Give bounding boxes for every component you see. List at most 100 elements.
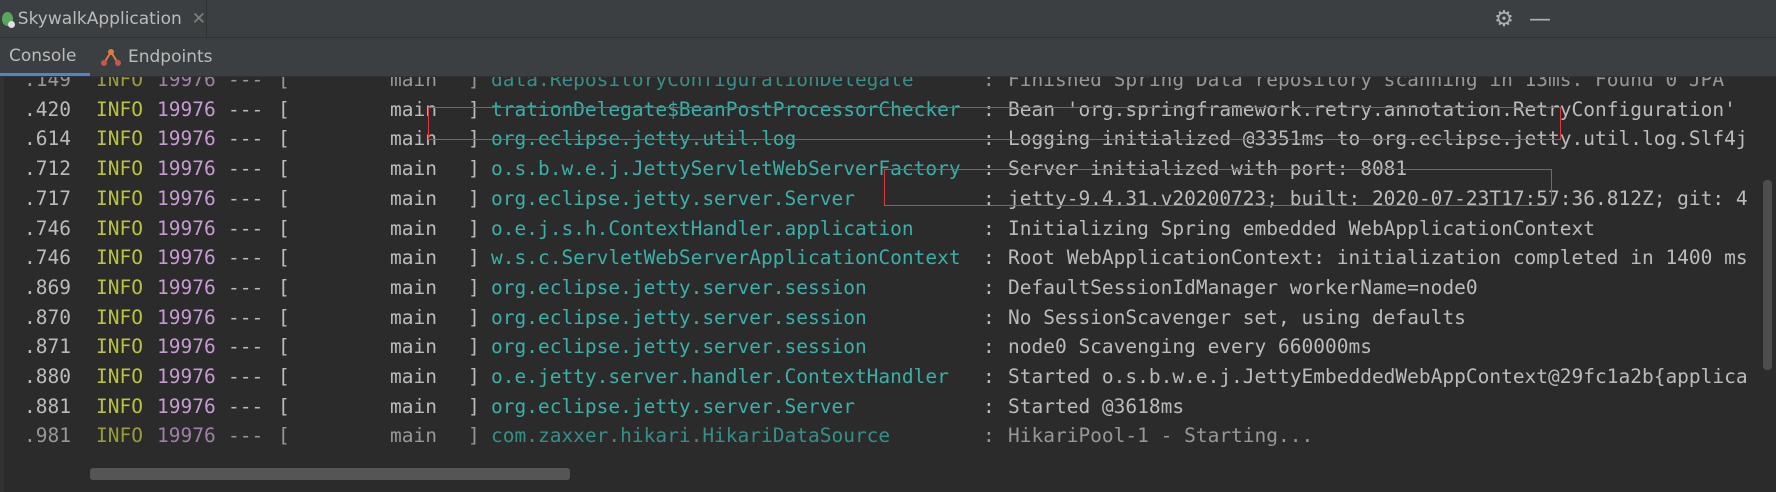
log-message: jetty-9.4.31.v20200723; built: 2020-07-2… <box>1008 186 1748 210</box>
log-timestamp: .880 <box>24 365 71 388</box>
log-message: Server initialized with port: 8081 <box>1008 157 1408 181</box>
log-colon: : <box>983 275 995 299</box>
log-colon: : <box>983 216 995 240</box>
log-line: .717 INFO 19976 --- [main] org.eclipse.jetty.… <box>0 182 1760 216</box>
close-icon[interactable]: ✕ <box>192 9 206 29</box>
run-tab[interactable]: SkywalkApplication ✕ <box>0 0 207 38</box>
log-logger: o.e.j.s.h.ContextHandler.application <box>491 216 914 240</box>
log-thread-open: [ <box>278 275 290 299</box>
log-pid: 19976 <box>157 127 216 151</box>
log-message: Root WebApplicationContext: initializati… <box>1008 246 1748 270</box>
log-separator: --- <box>228 365 264 388</box>
tab-endpoints-label: Endpoints <box>128 47 213 67</box>
log-timestamp: .871 <box>24 335 71 359</box>
log-thread: main <box>390 157 437 181</box>
vertical-scroll-thumb[interactable] <box>1763 180 1772 370</box>
log-thread-close: ] <box>468 246 480 270</box>
log-pid: 19976 <box>157 335 216 359</box>
log-timestamp: .717 <box>24 186 71 210</box>
log-thread-open: [ <box>278 335 290 359</box>
log-logger: org.eclipse.jetty.server.Server <box>491 186 855 210</box>
log-logger: org.eclipse.jetty.server.session <box>491 305 867 329</box>
horizontal-scroll-thumb[interactable] <box>90 468 570 480</box>
log-thread-close: ] <box>468 216 480 240</box>
log-thread-open: [ <box>278 424 290 448</box>
log-message: DefaultSessionIdManager workerName=node0 <box>1008 275 1478 299</box>
log-colon: : <box>983 157 995 181</box>
log-line: .870 INFO 19976 --- [main] org.eclipse.jetty.… <box>0 301 1760 335</box>
log-thread-open: [ <box>278 365 290 388</box>
log-pid: 19976 <box>157 246 216 270</box>
log-separator: --- <box>228 305 264 329</box>
log-message: Started o.s.b.w.e.j.JettyEmbeddedWebAppC… <box>1008 365 1748 388</box>
log-colon: : <box>983 97 995 121</box>
log-level: INFO <box>96 275 143 299</box>
tab-console[interactable]: Console <box>0 38 90 76</box>
log-level: INFO <box>96 97 143 121</box>
log-level: INFO <box>96 394 143 418</box>
log-thread: main <box>390 365 437 388</box>
log-message: Logging initialized @3351ms to org.eclip… <box>1008 127 1748 151</box>
log-separator: --- <box>228 335 264 359</box>
log-colon: : <box>983 394 995 418</box>
log-colon: : <box>983 335 995 359</box>
gear-icon[interactable]: ⚙ <box>1489 4 1519 34</box>
log-level: INFO <box>96 157 143 181</box>
log-thread-open: [ <box>278 216 290 240</box>
log-logger: org.eclipse.jetty.server.session <box>491 275 867 299</box>
log-separator: --- <box>228 97 264 121</box>
log-thread-close: ] <box>468 394 480 418</box>
log-message: Bean 'org.springframework.retry.annotati… <box>1008 97 1736 121</box>
log-message: No SessionScavenger set, using defaults <box>1008 305 1466 329</box>
log-line: .746 INFO 19976 --- [main] w.s.c.ServletWebSe… <box>0 241 1760 275</box>
tab-endpoints[interactable]: Endpoints <box>100 38 230 76</box>
log-colon: : <box>983 127 995 151</box>
log-timestamp: .870 <box>24 305 71 329</box>
log-level: INFO <box>96 305 143 329</box>
log-pid: 19976 <box>157 216 216 240</box>
log-level: INFO <box>96 365 143 388</box>
log-thread-close: ] <box>468 424 480 448</box>
log-pid: 19976 <box>157 186 216 210</box>
log-thread: main <box>390 305 437 329</box>
log-separator: --- <box>228 275 264 299</box>
tool-window-header: SkywalkApplication ✕ ⚙ — <box>0 0 1776 38</box>
log-line: .880 INFO 19976 --- [main] o.e.jetty.server.h… <box>0 360 1760 394</box>
log-thread: main <box>390 186 437 210</box>
log-pid: 19976 <box>157 97 216 121</box>
log-message: node0 Scavenging every 660000ms <box>1008 335 1372 359</box>
log-message: Initializing Spring embedded WebApplicat… <box>1008 216 1595 240</box>
log-line: .614 INFO 19976 --- [main] org.eclipse.jetty.… <box>0 122 1760 156</box>
log-thread: main <box>390 335 437 359</box>
log-separator: --- <box>228 157 264 181</box>
log-logger: w.s.c.ServletWebServerApplicationContext <box>491 246 961 270</box>
minimize-icon[interactable]: — <box>1525 4 1555 34</box>
log-pid: 19976 <box>157 275 216 299</box>
log-logger: org.eclipse.jetty.util.log <box>491 127 797 151</box>
log-thread-close: ] <box>468 305 480 329</box>
log-timestamp: .420 <box>24 97 71 121</box>
log-thread: main <box>390 394 437 418</box>
log-pid: 19976 <box>157 365 216 388</box>
log-thread: main <box>390 424 437 448</box>
log-timestamp: .712 <box>24 157 71 181</box>
log-line: .712 INFO 19976 --- [main] o.s.b.w.e.j.JettyS… <box>0 152 1760 186</box>
log-line: .981 INFO 19976 --- [main] com.zaxxer.hikari.… <box>0 419 1760 453</box>
log-logger: org.eclipse.jetty.server.session <box>491 335 867 359</box>
log-thread-open: [ <box>278 97 290 121</box>
log-pid: 19976 <box>157 424 216 448</box>
tab-console-label: Console <box>9 45 77 66</box>
log-timestamp: .981 <box>24 424 71 448</box>
log-pid: 19976 <box>157 394 216 418</box>
log-line: .420 INFO 19976 --- [main] trationDelegate$Be… <box>0 93 1760 127</box>
run-tab-title: SkywalkApplication <box>17 9 182 29</box>
log-thread-close: ] <box>468 97 480 121</box>
log-separator: --- <box>228 246 264 270</box>
log-thread-close: ] <box>468 275 480 299</box>
log-colon: : <box>983 246 995 270</box>
log-logger: trationDelegate$BeanPostProcessorChecker <box>491 97 961 121</box>
log-separator: --- <box>228 424 264 448</box>
log-colon: : <box>983 305 995 329</box>
console-output[interactable]: .149 INFO 19976 ---[main] data.RepositoryCon… <box>0 77 1760 492</box>
log-logger: com.zaxxer.hikari.HikariDataSource <box>491 424 891 448</box>
